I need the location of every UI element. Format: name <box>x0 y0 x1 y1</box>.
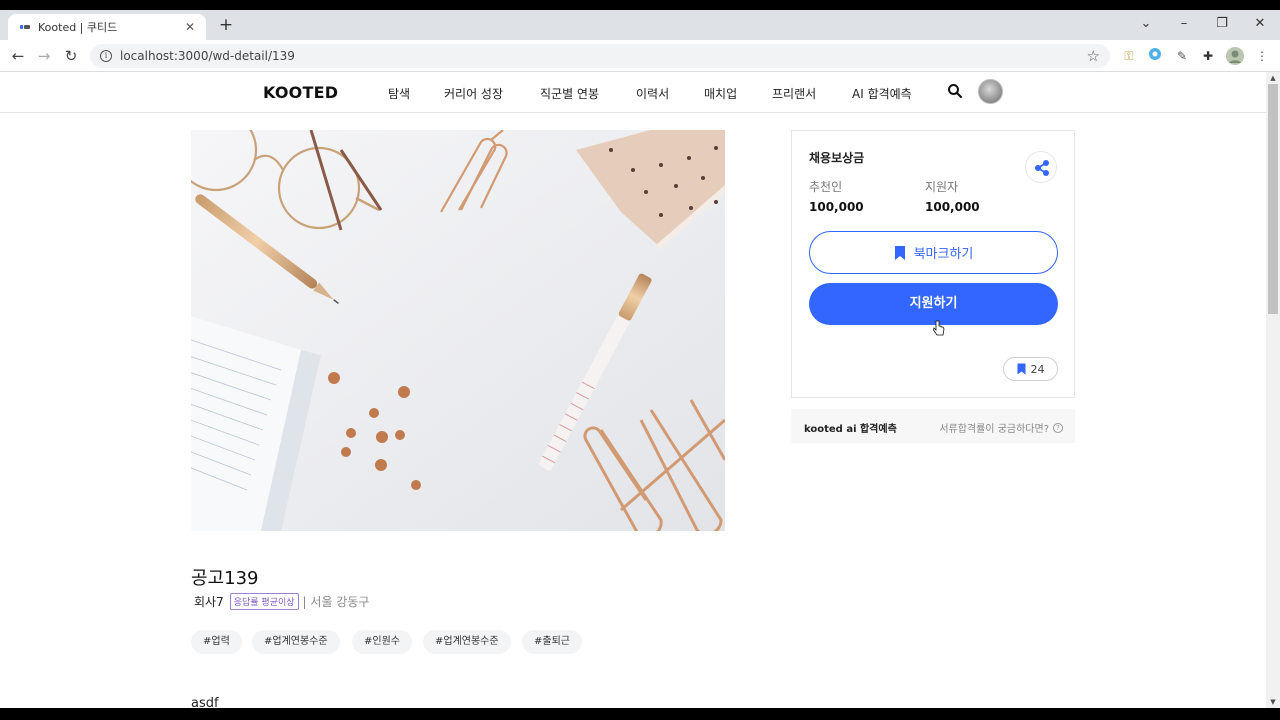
page-content: KOOTED 탐색 커리어 성장 직군별 연봉 이력서 매치업 프리랜서 AI … <box>0 72 1266 708</box>
tab-title: Kooted | 쿠티드 <box>38 21 118 34</box>
bookmark-count-icon <box>1017 363 1025 375</box>
nav-freelancer[interactable]: 프리랜서 <box>772 85 816 102</box>
minimize-button[interactable]: – <box>1169 14 1199 34</box>
nav-matchup[interactable]: 매치업 <box>704 85 737 102</box>
forward-icon[interactable]: → <box>34 46 54 66</box>
browser-tab[interactable]: Kooted | 쿠티드 ✕ <box>8 14 206 40</box>
job-tag[interactable]: #업계연봉수준 <box>252 630 340 654</box>
nav-explore[interactable]: 탐색 <box>388 85 410 102</box>
company-row: 회사7 응답률 평균이상 | 서울 강동구 <box>194 593 369 610</box>
site-info-icon[interactable]: i <box>100 50 112 62</box>
search-icon[interactable] <box>947 83 963 99</box>
tab-close-icon[interactable]: ✕ <box>182 20 198 34</box>
kooted-favicon-icon <box>20 25 30 29</box>
recommender-label: 추천인 <box>809 180 843 194</box>
recommender-value: 100,000 <box>809 200 864 214</box>
bookmark-button-label: 북마크하기 <box>913 247 974 262</box>
ai-prediction-hint: 서류합격률이 궁금하다면? ? <box>939 420 1063 435</box>
extension-key-icon[interactable]: ⚿ <box>1120 47 1138 65</box>
job-description: asdf <box>191 696 219 708</box>
tab-search-icon[interactable]: ⌄ <box>1131 14 1161 34</box>
close-window-button[interactable]: ✕ <box>1245 14 1275 34</box>
nav-ai-prediction[interactable]: AI 합격예측 <box>852 85 912 102</box>
bookmark-button[interactable]: 북마크하기 <box>809 231 1058 274</box>
share-icon <box>1035 160 1049 176</box>
new-tab-button[interactable]: + <box>216 15 236 35</box>
job-tag[interactable]: #업력 <box>191 630 242 654</box>
extension-circle-icon[interactable] <box>1146 47 1164 65</box>
nav-salary-by-role[interactable]: 직군별 연봉 <box>540 85 599 102</box>
response-rate-badge: 응답률 평균이상 <box>229 593 299 610</box>
reward-title: 채용보상금 <box>809 151 865 165</box>
browser-window: Kooted | 쿠티드 ✕ + ⌄ – ❐ ✕ ← → ↻ i localho… <box>0 10 1280 708</box>
help-icon[interactable]: ? <box>1053 422 1063 433</box>
job-tag[interactable]: #인원수 <box>352 630 412 654</box>
bookmark-icon <box>894 245 905 260</box>
job-title: 공고139 <box>191 568 259 589</box>
ai-prediction-bar[interactable]: kooted ai 합격예측 서류합격률이 궁금하다면? ? <box>791 409 1075 443</box>
reward-card: 채용보상금 추천인 100,000 지원자 100,000 북마크하기 지원하기 <box>791 130 1075 398</box>
profile-avatar-icon[interactable] <box>1226 47 1244 65</box>
job-tag[interactable]: #업계연봉수준 <box>423 630 511 654</box>
nav-career-growth[interactable]: 커리어 성장 <box>444 85 503 102</box>
site-logo[interactable]: KOOTED <box>263 83 338 102</box>
tab-strip: Kooted | 쿠티드 ✕ + ⌄ – ❐ ✕ <box>0 10 1280 40</box>
applicant-value: 100,000 <box>925 200 980 214</box>
job-location: | 서울 강동구 <box>302 595 370 609</box>
browser-toolbar: ← → ↻ i localhost:3000/wd-detail/139 ☆ ⚿… <box>0 40 1280 72</box>
reload-icon[interactable]: ↻ <box>61 46 81 66</box>
bookmark-count: 24 <box>1030 362 1045 376</box>
company-name[interactable]: 회사7 <box>194 593 224 610</box>
more-menu-icon[interactable]: ⋮ <box>1253 47 1271 65</box>
job-hero-image <box>191 130 725 531</box>
applicant-label: 지원자 <box>925 180 959 194</box>
scroll-down-icon[interactable]: ▼ <box>1266 696 1280 708</box>
bookmark-star-icon[interactable]: ☆ <box>1087 47 1100 65</box>
site-header: KOOTED 탐색 커리어 성장 직군별 연봉 이력서 매치업 프리랜서 AI … <box>0 72 1266 113</box>
job-tag[interactable]: #출퇴근 <box>522 630 582 654</box>
user-avatar[interactable] <box>978 79 1003 104</box>
page-scrollbar[interactable]: ▲ ▼ <box>1266 72 1280 708</box>
share-button[interactable] <box>1025 151 1057 183</box>
url-text[interactable]: localhost:3000/wd-detail/139 <box>120 49 1087 63</box>
nav-resume[interactable]: 이력서 <box>636 85 669 102</box>
hand-cursor-icon <box>933 320 945 336</box>
ai-prediction-hint-text: 서류합격률이 궁금하다면? <box>939 424 1049 435</box>
ai-prediction-label: kooted ai 합격예측 <box>804 424 897 435</box>
extensions-puzzle-icon[interactable]: ✚ <box>1199 47 1217 65</box>
eyedropper-icon[interactable]: ✎ <box>1173 47 1191 65</box>
apply-button[interactable]: 지원하기 <box>809 283 1058 325</box>
bookmark-count-pill[interactable]: 24 <box>1003 357 1058 381</box>
address-bar[interactable]: i localhost:3000/wd-detail/139 ☆ <box>90 44 1110 68</box>
scrollbar-thumb[interactable] <box>1268 84 1278 314</box>
restore-button[interactable]: ❐ <box>1207 14 1237 34</box>
back-icon[interactable]: ← <box>8 46 28 66</box>
scroll-up-icon[interactable]: ▲ <box>1266 72 1280 84</box>
